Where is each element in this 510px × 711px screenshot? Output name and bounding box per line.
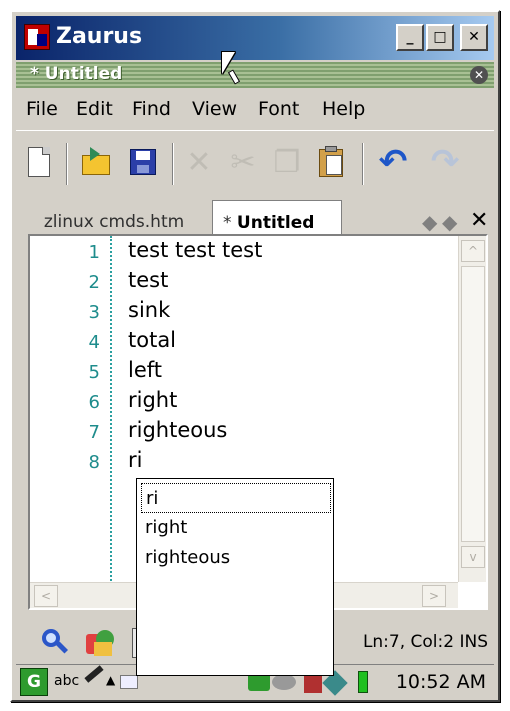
menu-edit[interactable]: Edit (76, 98, 113, 120)
copy-icon[interactable]: ❐ (270, 145, 304, 181)
cursor-position-status: Ln:7, Col:2 INS (362, 632, 488, 652)
code-line[interactable]: ri (128, 448, 142, 472)
line-number: 4 (88, 332, 100, 353)
tab-forward-icon[interactable]: ◆ (442, 210, 457, 234)
input-menu-arrow-icon[interactable]: ▲ (106, 673, 115, 687)
line-number-gutter: 1 2 3 4 5 6 7 8 (30, 236, 112, 584)
autocomplete-popup: ri right righteous (136, 478, 334, 676)
menu-file[interactable]: File (26, 98, 58, 120)
tab-back-icon[interactable]: ◆ (422, 210, 437, 234)
toolbar-separator (66, 143, 68, 185)
cut-icon[interactable]: ✂ (226, 145, 260, 181)
code-line[interactable]: test (128, 268, 168, 292)
menu-view[interactable]: View (192, 98, 237, 120)
battery-icon[interactable] (358, 671, 368, 693)
tab-label: Untitled (236, 213, 315, 233)
open-icon[interactable] (80, 145, 114, 181)
line-number: 8 (88, 452, 100, 473)
vertical-scrollbar[interactable]: ^ v (458, 236, 486, 582)
vertical-scroll-thumb[interactable] (461, 266, 485, 542)
menu-find[interactable]: Find (132, 98, 171, 120)
line-number: 7 (88, 422, 100, 443)
code-line[interactable]: righteous (128, 418, 227, 442)
magnifier-icon[interactable] (40, 628, 70, 658)
document-caption-bar: * Untitled ✕ (16, 62, 494, 88)
pen-icon[interactable] (84, 665, 104, 683)
menu-font[interactable]: Font (258, 98, 299, 120)
menu-bar: File Edit Find View Font Help (16, 92, 494, 126)
scroll-right-button[interactable]: > (422, 585, 446, 607)
autocomplete-item[interactable]: ri (141, 483, 331, 513)
line-number: 5 (88, 362, 100, 383)
find-replace-icon[interactable] (86, 628, 116, 658)
scroll-down-button[interactable]: v (461, 546, 485, 568)
maximize-button[interactable]: □ (426, 24, 454, 51)
minimize-button[interactable]: _ (396, 24, 424, 51)
new-document-icon[interactable] (22, 145, 56, 181)
delete-icon[interactable]: ✕ (182, 145, 216, 181)
close-button[interactable]: ✕ (460, 24, 488, 51)
code-line[interactable]: test test test (128, 238, 262, 262)
save-icon[interactable] (126, 145, 160, 181)
start-button[interactable]: G (20, 668, 48, 696)
autocomplete-item[interactable]: righteous (141, 543, 331, 573)
line-number: 6 (88, 392, 100, 413)
document-title: * Untitled (30, 64, 123, 84)
toolbar: ✕ ✂ ❐ ↶ ↷ (16, 130, 494, 198)
document-close-icon[interactable]: ✕ (470, 66, 488, 84)
tray-mouse-icon[interactable] (272, 674, 296, 690)
scroll-up-button[interactable]: ^ (461, 240, 485, 262)
tab-close-icon[interactable]: ✕ (470, 208, 488, 233)
code-line[interactable]: total (128, 328, 176, 352)
line-number: 1 (88, 242, 100, 263)
window-title: Zaurus (56, 24, 143, 49)
clock[interactable]: 10:52 AM (396, 671, 486, 693)
menu-help[interactable]: Help (322, 98, 365, 120)
code-line[interactable]: left (128, 358, 162, 382)
unsaved-marker: * (223, 213, 237, 233)
line-number: 3 (88, 302, 100, 323)
redo-icon[interactable]: ↷ (428, 145, 462, 181)
code-line[interactable]: right (128, 388, 177, 412)
code-line[interactable]: sink (128, 298, 170, 322)
paste-icon[interactable] (314, 145, 348, 181)
keyboard-icon[interactable] (120, 675, 138, 689)
app-icon[interactable] (24, 24, 50, 50)
line-number: 2 (88, 272, 100, 293)
autocomplete-item[interactable]: right (141, 513, 331, 543)
undo-icon[interactable]: ↶ (376, 145, 410, 181)
input-mode-indicator[interactable]: abc (54, 673, 79, 689)
tab-label: zlinux cmds.htm (43, 212, 185, 232)
title-bar[interactable]: Zaurus _ □ ✕ (16, 16, 494, 60)
toolbar-separator (172, 143, 174, 185)
toolbar-separator (362, 143, 364, 185)
scroll-left-button[interactable]: < (34, 585, 58, 607)
